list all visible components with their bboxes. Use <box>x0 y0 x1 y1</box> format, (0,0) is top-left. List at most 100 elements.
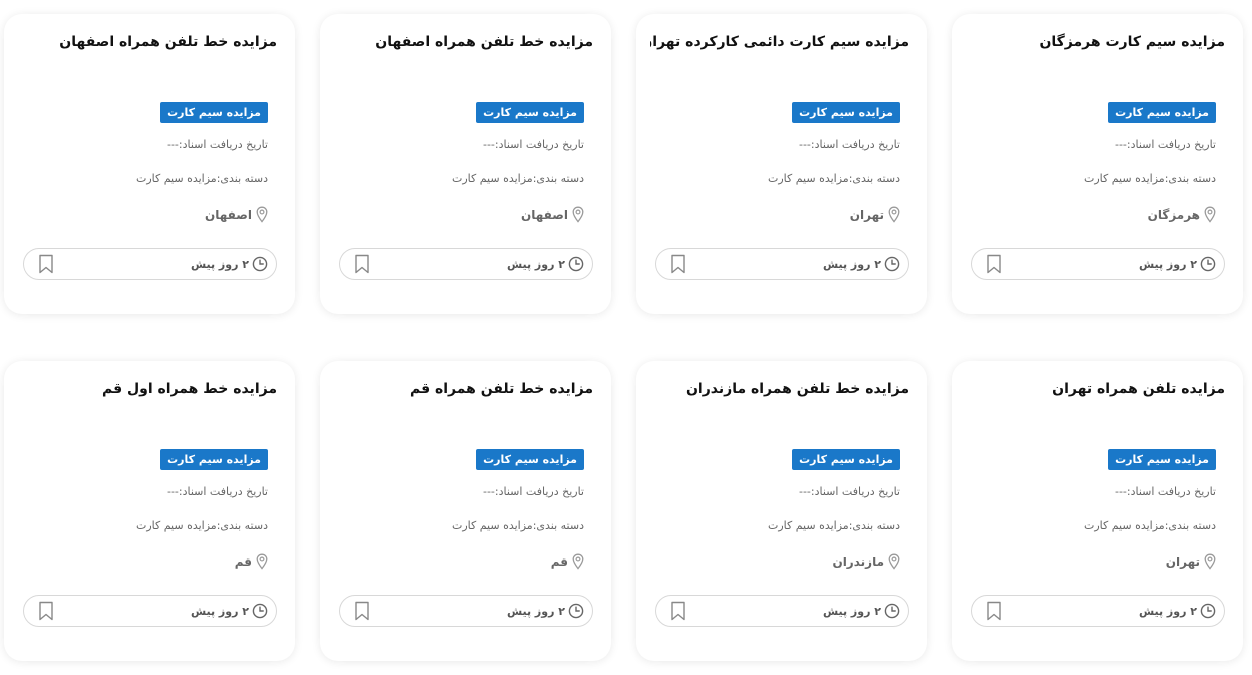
location-label: اصفهان <box>520 207 568 222</box>
map-pin-icon <box>572 206 584 223</box>
clock-icon <box>252 256 268 272</box>
bookmark-icon[interactable] <box>354 601 370 621</box>
document-date: تاریخ دریافت اسناد:--- <box>166 138 268 151</box>
document-date: تاریخ دریافت اسناد:--- <box>1114 138 1216 151</box>
bookmark-icon[interactable] <box>670 601 686 621</box>
location-label: تهران <box>1165 554 1200 569</box>
auction-card[interactable]: مزایده سیم کارت هرمزگان مزایده سیم کارت … <box>952 14 1243 314</box>
clock-icon <box>884 256 900 272</box>
posted-time: ۲ روز پیش <box>507 256 584 272</box>
map-pin-icon <box>572 553 584 570</box>
card-footer: ۲ روز پیش <box>655 248 909 280</box>
location-row: اصفهان <box>521 206 584 223</box>
auction-card[interactable]: مزایده خط همراه اول قم مزایده سیم کارت ت… <box>4 361 295 661</box>
posted-time-label: ۲ روز پیش <box>822 257 881 271</box>
map-pin-icon <box>1204 553 1216 570</box>
map-pin-icon <box>256 206 268 223</box>
card-footer: ۲ روز پیش <box>339 595 593 627</box>
location-label: اصفهان <box>204 207 252 222</box>
document-date: تاریخ دریافت اسناد:--- <box>798 138 900 151</box>
posted-time: ۲ روز پیش <box>1139 256 1216 272</box>
card-footer: ۲ روز پیش <box>971 595 1225 627</box>
map-pin-icon <box>888 206 900 223</box>
clock-icon <box>1200 256 1216 272</box>
card-footer: ۲ روز پیش <box>339 248 593 280</box>
card-footer: ۲ روز پیش <box>23 248 277 280</box>
location-label: مازندران <box>832 554 884 569</box>
category-badge[interactable]: مزایده سیم کارت <box>792 449 900 470</box>
posted-time-label: ۲ روز پیش <box>506 257 565 271</box>
location-row: اصفهان <box>205 206 268 223</box>
bookmark-icon[interactable] <box>354 254 370 274</box>
map-pin-icon <box>256 553 268 570</box>
posted-time-label: ۲ روز پیش <box>1138 257 1197 271</box>
card-footer: ۲ روز پیش <box>23 595 277 627</box>
clock-icon <box>568 603 584 619</box>
bookmark-icon[interactable] <box>38 601 54 621</box>
location-row: قم <box>235 553 268 570</box>
posted-time-label: ۲ روز پیش <box>190 257 249 271</box>
document-date: تاریخ دریافت اسناد:--- <box>1114 485 1216 498</box>
auction-card[interactable]: مزایده خط تلفن همراه مازندران مزایده سیم… <box>636 361 927 661</box>
card-footer: ۲ روز پیش <box>655 595 909 627</box>
posted-time-label: ۲ روز پیش <box>506 604 565 618</box>
card-title[interactable]: مزایده خط تلفن همراه اصفهان <box>18 32 277 52</box>
location-label: تهران <box>849 207 884 222</box>
auction-card[interactable]: مزایده سیم کارت دائمی کارکرده تهران مزای… <box>636 14 927 314</box>
location-row: تهران <box>850 206 900 223</box>
bookmark-icon[interactable] <box>38 254 54 274</box>
posted-time: ۲ روز پیش <box>191 603 268 619</box>
auction-cards-grid: مزایده سیم کارت هرمزگان مزایده سیم کارت … <box>0 0 1252 675</box>
category-badge[interactable]: مزایده سیم کارت <box>476 449 584 470</box>
location-row: تهران <box>1166 553 1216 570</box>
clock-icon <box>568 256 584 272</box>
card-footer: ۲ روز پیش <box>971 248 1225 280</box>
card-title[interactable]: مزایده خط تلفن همراه قم <box>334 379 593 399</box>
posted-time-label: ۲ روز پیش <box>190 604 249 618</box>
category-badge[interactable]: مزایده سیم کارت <box>160 449 268 470</box>
card-title[interactable]: مزایده سیم کارت هرمزگان <box>966 32 1225 52</box>
category-badge[interactable]: مزایده سیم کارت <box>160 102 268 123</box>
location-label: قم <box>550 554 568 569</box>
posted-time: ۲ روز پیش <box>1139 603 1216 619</box>
document-date: تاریخ دریافت اسناد:--- <box>482 485 584 498</box>
category-badge[interactable]: مزایده سیم کارت <box>476 102 584 123</box>
category-text: دسته بندی:مزایده سیم کارت <box>135 172 268 185</box>
category-text: دسته بندی:مزایده سیم کارت <box>767 172 900 185</box>
posted-time: ۲ روز پیش <box>823 256 900 272</box>
auction-card[interactable]: مزایده خط تلفن همراه اصفهان مزایده سیم ک… <box>4 14 295 314</box>
posted-time: ۲ روز پیش <box>191 256 268 272</box>
location-label: قم <box>234 554 252 569</box>
category-badge[interactable]: مزایده سیم کارت <box>1108 102 1216 123</box>
auction-card[interactable]: مزایده خط تلفن همراه قم مزایده سیم کارت … <box>320 361 611 661</box>
clock-icon <box>252 603 268 619</box>
category-text: دسته بندی:مزایده سیم کارت <box>451 172 584 185</box>
document-date: تاریخ دریافت اسناد:--- <box>482 138 584 151</box>
location-row: مازندران <box>832 553 900 570</box>
category-badge[interactable]: مزایده سیم کارت <box>792 102 900 123</box>
bookmark-icon[interactable] <box>670 254 686 274</box>
category-text: دسته بندی:مزایده سیم کارت <box>767 519 900 532</box>
posted-time-label: ۲ روز پیش <box>822 604 881 618</box>
card-title[interactable]: مزایده خط تلفن همراه اصفهان <box>334 32 593 52</box>
map-pin-icon <box>1204 206 1216 223</box>
category-badge[interactable]: مزایده سیم کارت <box>1108 449 1216 470</box>
bookmark-icon[interactable] <box>986 254 1002 274</box>
auction-card[interactable]: مزایده تلفن همراه تهران مزایده سیم کارت … <box>952 361 1243 661</box>
bookmark-icon[interactable] <box>986 601 1002 621</box>
posted-time: ۲ روز پیش <box>823 603 900 619</box>
category-text: دسته بندی:مزایده سیم کارت <box>1083 519 1216 532</box>
posted-time: ۲ روز پیش <box>507 603 584 619</box>
clock-icon <box>884 603 900 619</box>
card-title[interactable]: مزایده خط تلفن همراه مازندران <box>650 379 909 399</box>
auction-card[interactable]: مزایده خط تلفن همراه اصفهان مزایده سیم ک… <box>320 14 611 314</box>
card-title[interactable]: مزایده سیم کارت دائمی کارکرده تهران <box>650 32 909 52</box>
posted-time-label: ۲ روز پیش <box>1138 604 1197 618</box>
location-label: هرمزگان <box>1147 207 1200 222</box>
map-pin-icon <box>888 553 900 570</box>
card-title[interactable]: مزایده تلفن همراه تهران <box>966 379 1225 399</box>
category-text: دسته بندی:مزایده سیم کارت <box>135 519 268 532</box>
card-title[interactable]: مزایده خط همراه اول قم <box>18 379 277 399</box>
clock-icon <box>1200 603 1216 619</box>
document-date: تاریخ دریافت اسناد:--- <box>798 485 900 498</box>
